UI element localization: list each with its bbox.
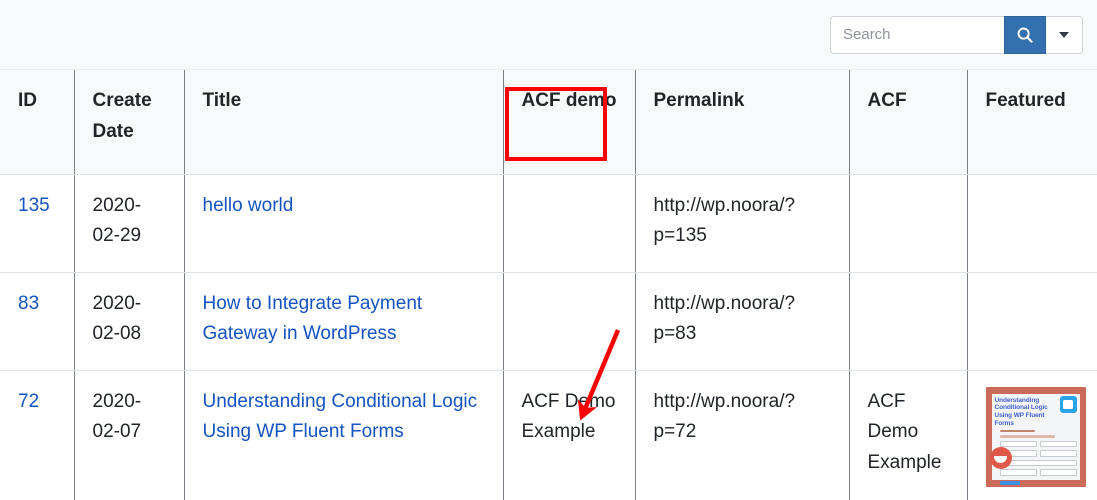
post-title-link[interactable]: Understanding Conditional Logic Using WP…	[203, 391, 478, 443]
search-group	[830, 15, 1083, 54]
cell-id: 135	[0, 174, 75, 273]
cell-permalink: http://wp.noora/?p=135	[634, 174, 850, 273]
table-body: 135 2020-02-29 hello world http://wp.noo…	[0, 174, 1097, 500]
column-header-create-date[interactable]: Create Date	[73, 70, 185, 175]
thumbnail-logo-icon	[989, 446, 1012, 469]
posts-table: ID Create Date Title ACF demo Permalink …	[0, 70, 1097, 500]
cell-acf	[848, 174, 968, 273]
cell-acf-demo: ACF Demo Example	[502, 370, 636, 500]
search-button[interactable]	[1004, 15, 1046, 54]
thumbnail-field	[1039, 469, 1077, 476]
screenshot-root: ID Create Date Title ACF demo Permalink …	[0, 0, 1097, 500]
cell-acf	[848, 272, 968, 371]
caret-down-icon	[1059, 31, 1069, 38]
search-options-dropdown-button[interactable]	[1046, 15, 1083, 54]
cell-title: hello world	[183, 174, 504, 273]
fluent-forms-badge-icon	[1059, 395, 1077, 413]
cell-acf-demo	[502, 272, 636, 371]
column-header-id[interactable]: ID	[0, 70, 75, 175]
cell-title: How to Integrate Payment Gateway in Word…	[183, 272, 504, 371]
cell-id: 83	[0, 272, 75, 371]
cell-featured	[966, 272, 1097, 371]
search-icon	[1016, 26, 1034, 44]
thumbnail-line	[999, 435, 1055, 438]
featured-image-thumbnail[interactable]: Understanding Conditional Logic Using WP…	[985, 386, 1086, 487]
column-header-title[interactable]: Title	[183, 70, 504, 175]
post-id-link[interactable]: 83	[18, 293, 39, 314]
thumbnail-title-text: Understanding Conditional Logic Using WP…	[994, 396, 1048, 428]
thumbnail-field-row	[999, 469, 1077, 476]
cell-id: 72	[0, 370, 75, 500]
thumbnail-field	[999, 469, 1037, 476]
column-header-acf-demo[interactable]: ACF demo	[502, 70, 636, 175]
column-header-permalink[interactable]: Permalink	[634, 70, 850, 175]
column-header-acf[interactable]: ACF	[848, 70, 968, 175]
cell-create-date: 2020-02-07	[73, 370, 185, 500]
thumbnail-field	[1039, 440, 1077, 447]
cell-create-date: 2020-02-29	[73, 174, 185, 273]
post-id-link[interactable]: 72	[18, 391, 39, 412]
cell-acf-demo	[502, 174, 636, 273]
thumbnail-field	[999, 440, 1037, 447]
table-row: 135 2020-02-29 hello world http://wp.noo…	[0, 174, 1097, 273]
cell-permalink: http://wp.noora/?p=83	[634, 272, 850, 371]
thumbnail-field-row	[999, 440, 1077, 447]
cell-featured: Understanding Conditional Logic Using WP…	[966, 370, 1097, 500]
post-title-link[interactable]: How to Integrate Payment Gateway in Word…	[203, 293, 423, 345]
cell-permalink: http://wp.noora/?p=72	[634, 370, 850, 500]
post-title-link[interactable]: hello world	[203, 195, 294, 216]
thumbnail-cta	[999, 480, 1020, 485]
search-input[interactable]	[830, 15, 1004, 54]
post-id-link[interactable]: 135	[18, 195, 50, 216]
cell-title: Understanding Conditional Logic Using WP…	[183, 370, 504, 500]
thumbnail-field	[1039, 450, 1077, 457]
table-header: ID Create Date Title ACF demo Permalink …	[0, 70, 1097, 175]
table-header-row: ID Create Date Title ACF demo Permalink …	[0, 70, 1097, 175]
table-toolbar	[0, 0, 1097, 70]
table-row: 83 2020-02-08 How to Integrate Payment G…	[0, 272, 1097, 371]
cell-acf: ACF Demo Example	[848, 370, 968, 500]
cell-featured	[966, 174, 1097, 273]
table-row: 72 2020-02-07 Understanding Conditional …	[0, 370, 1097, 500]
column-header-featured[interactable]: Featured	[966, 70, 1097, 175]
cell-create-date: 2020-02-08	[73, 272, 185, 371]
thumbnail-line	[999, 429, 1035, 432]
